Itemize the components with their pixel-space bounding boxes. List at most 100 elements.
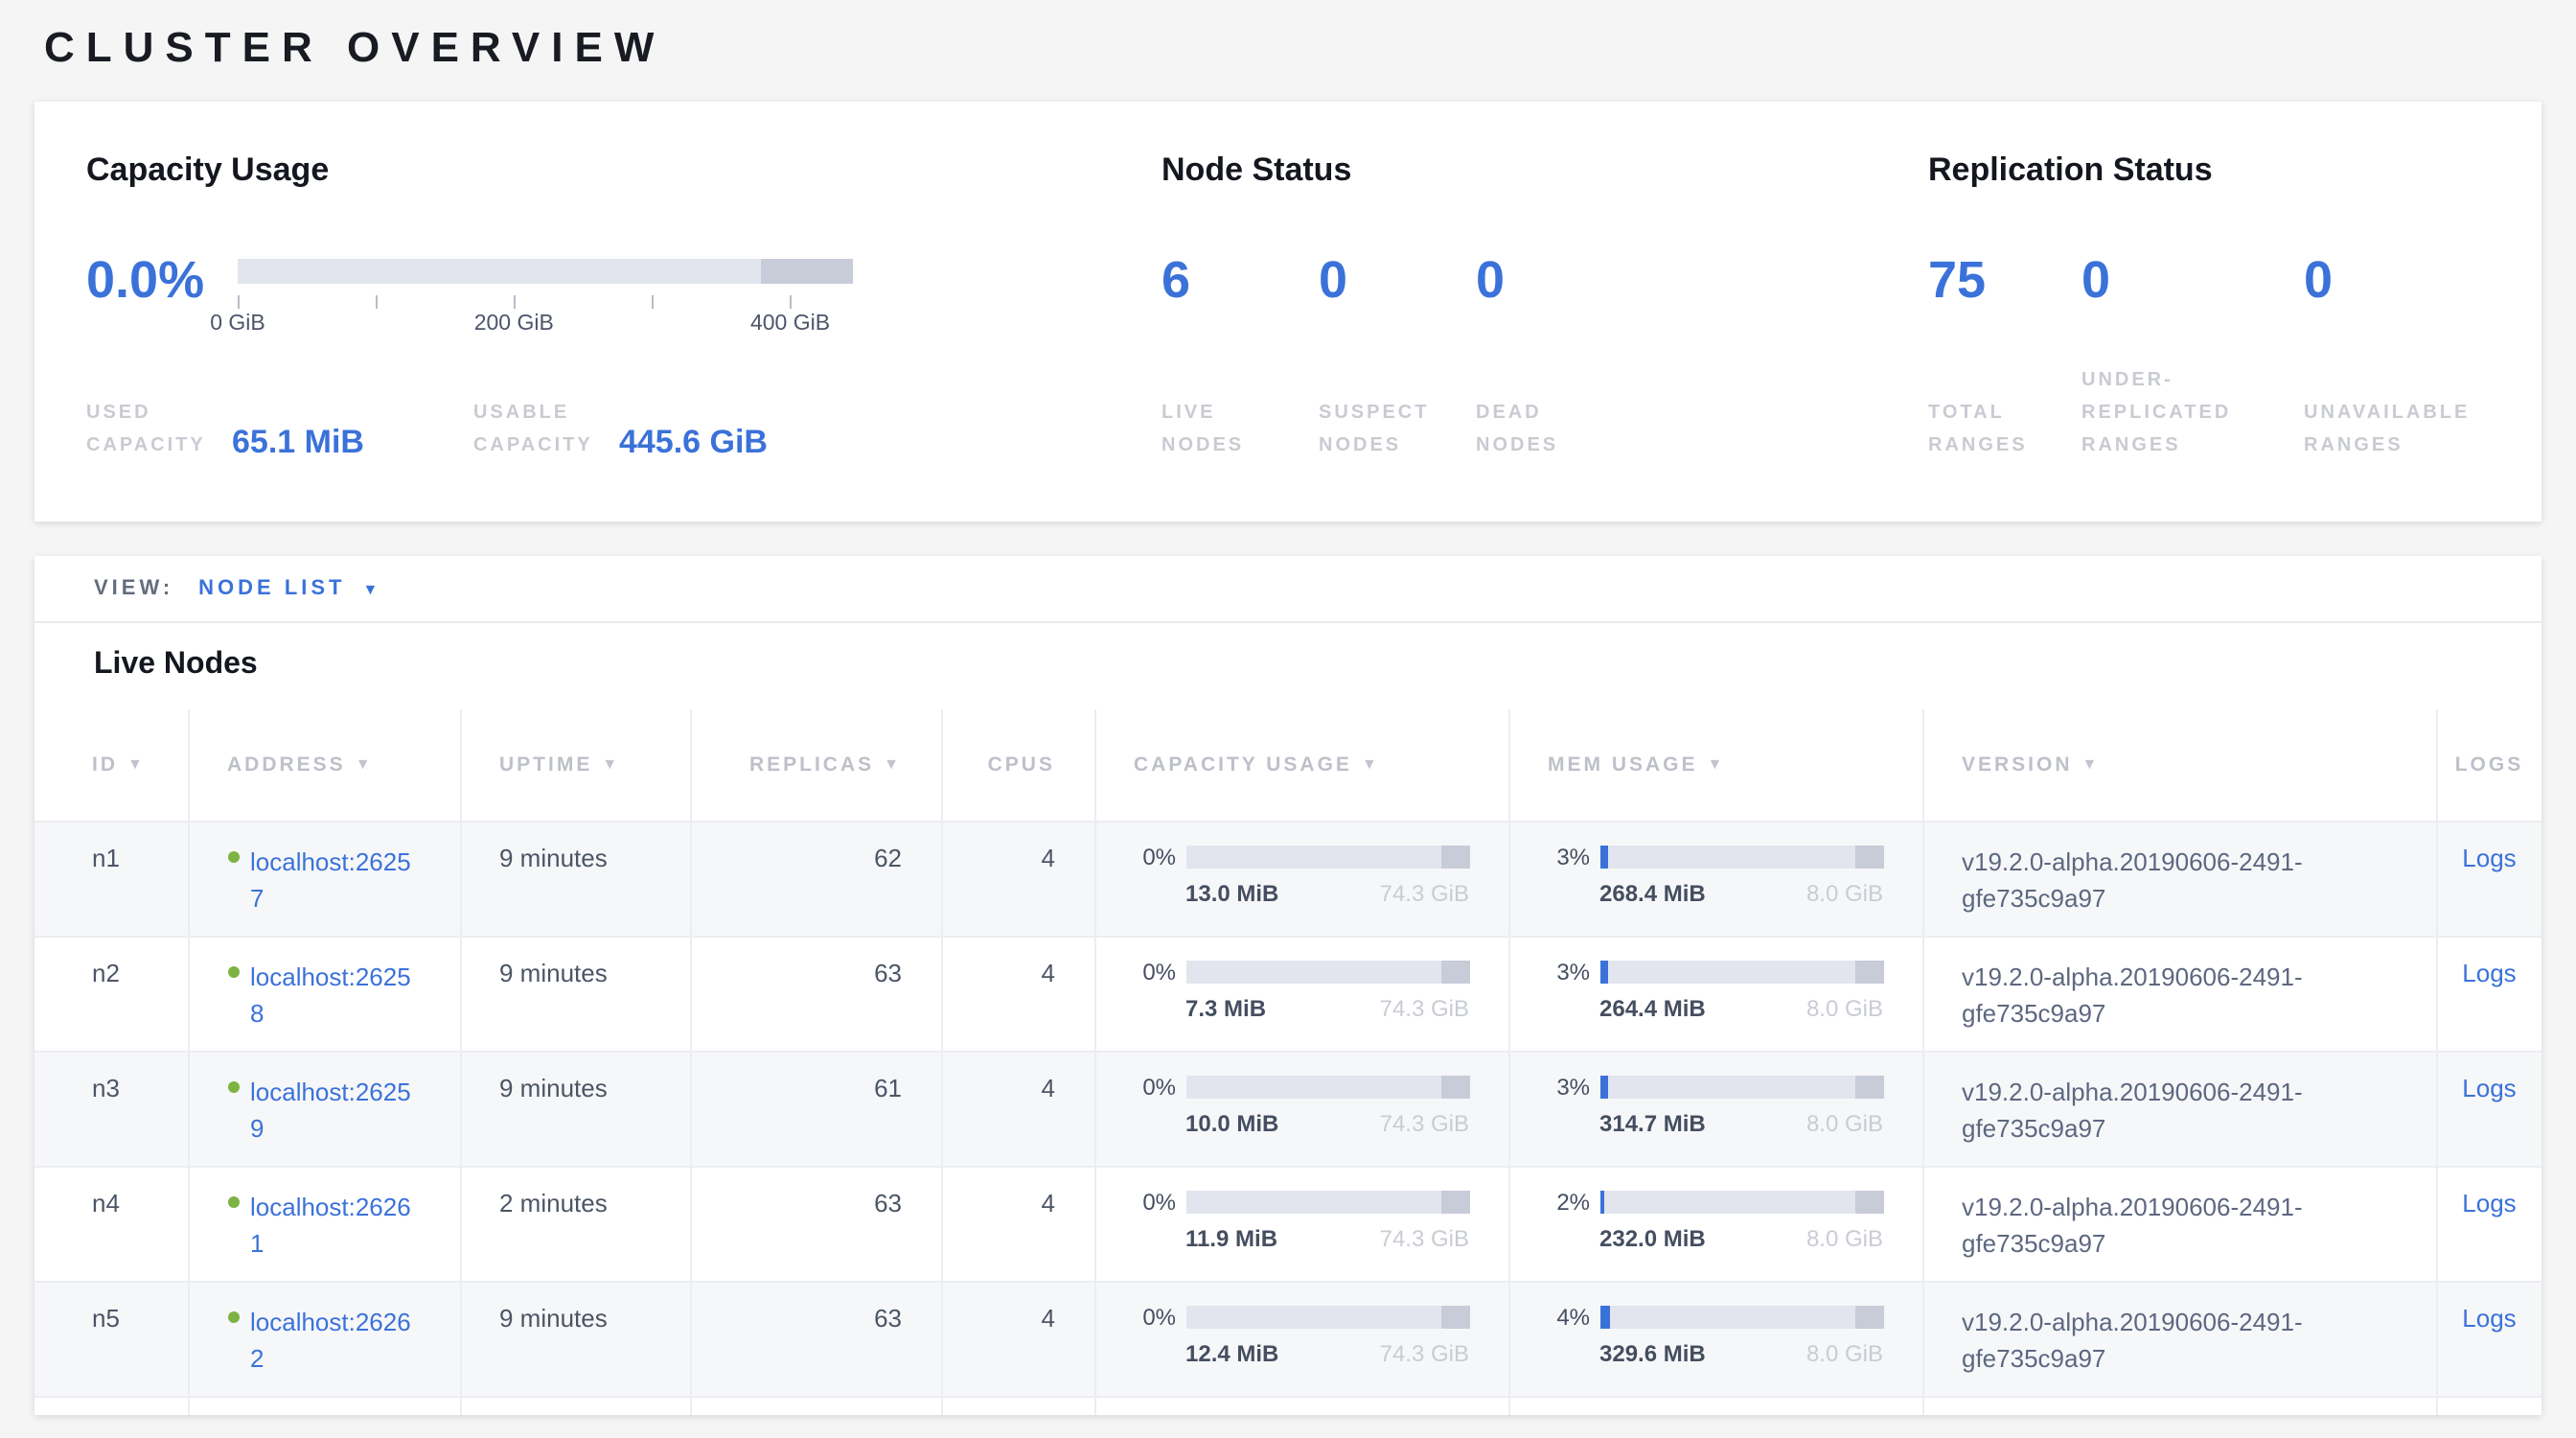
node-address-cell: localhost:26262 (188, 1281, 460, 1396)
sort-arrow-icon: ▼ (356, 755, 374, 773)
node-logs-cell: Logs (2436, 1166, 2542, 1281)
unavailable-ranges-stat: 0 UNAVAILABLE RANGES (2304, 247, 2486, 462)
capacity-reserved-segment (1440, 1305, 1469, 1328)
table-row: n3 localhost:26259 9 minutes 61 4 0% 10.… (34, 1051, 2542, 1166)
live-nodes-heading: Live Nodes (34, 623, 2542, 709)
mem-used-segment (1599, 1305, 1611, 1328)
view-selector[interactable]: NODE LIST ▼ (198, 577, 378, 600)
node-live-status-icon (227, 1195, 239, 1207)
node-address-link[interactable]: localhost:26261 (250, 1188, 415, 1263)
sort-arrow-icon: ▼ (127, 755, 146, 773)
node-replicas-cell: 63 (690, 936, 941, 1051)
mem-percent-label: 3% (1548, 1073, 1590, 1100)
node-id-cell: n1 (34, 821, 188, 936)
table-cell-empty (34, 1396, 188, 1415)
axis-tick (791, 295, 793, 309)
column-header-logs: LOGS (2436, 709, 2542, 821)
logs-link[interactable]: Logs (2462, 1303, 2516, 1332)
capacity-reserved-segment (1440, 960, 1469, 983)
capacity-usage-bar (1185, 960, 1469, 983)
node-cpus-cell: 4 (941, 1051, 1094, 1166)
node-address-link[interactable]: localhost:26259 (250, 1073, 415, 1148)
capacity-total-value: 74.3 GiB (1380, 1339, 1469, 1366)
live-nodes-table: ID▼ADDRESS▼UPTIME▼REPLICAS▼CPUSCAPACITY … (34, 709, 2542, 1415)
column-header-replicas[interactable]: REPLICAS▼ (690, 709, 941, 821)
chevron-down-icon: ▼ (363, 580, 379, 597)
column-header-capacity[interactable]: CAPACITY USAGE▼ (1094, 709, 1508, 821)
column-header-label: CPUS (988, 754, 1055, 777)
capacity-percent-value: 0.0% (86, 247, 205, 320)
column-header-label: ID (92, 754, 118, 777)
capacity-metrics: USED CAPACITY 65.1 MiB USABLE CAPACITY 4… (86, 397, 1131, 462)
column-header-id[interactable]: ID ▼ (34, 709, 188, 821)
axis-tick-label: 0 GiB (210, 313, 265, 336)
capacity-percent-label: 0% (1134, 958, 1176, 985)
node-status-stats: 6 LIVE NODES 0 SUSPECT NODES 0 DEAD NODE… (1162, 247, 1898, 462)
table-row-partial (34, 1396, 2542, 1415)
mem-total-value: 8.0 GiB (1806, 1339, 1883, 1366)
axis-tick (238, 295, 240, 309)
column-header-label: UPTIME (499, 754, 592, 777)
logs-link[interactable]: Logs (2462, 958, 2516, 986)
node-status-section: Node Status 6 LIVE NODES 0 SUSPECT NODES… (1131, 102, 1898, 522)
node-uptime-cell: 9 minutes (460, 1281, 690, 1396)
mem-total-value: 8.0 GiB (1806, 1224, 1883, 1251)
capacity-percent-label: 0% (1134, 1188, 1176, 1215)
total-ranges-label: TOTAL RANGES (1928, 397, 2043, 462)
axis-tick (652, 295, 654, 309)
node-cpus-cell: 4 (941, 936, 1094, 1051)
node-id-cell: n5 (34, 1281, 188, 1396)
node-mem-usage-cell: 2% 232.0 MiB 8.0 GiB (1508, 1166, 1922, 1281)
column-header-mem[interactable]: MEM USAGE▼ (1508, 709, 1922, 821)
node-logs-cell: Logs (2436, 936, 2542, 1051)
column-header-label: REPLICAS (749, 754, 874, 777)
mem-percent-label: 4% (1548, 1303, 1590, 1330)
view-selected-value: NODE LIST (198, 577, 345, 600)
node-address-cell: localhost:26258 (188, 936, 460, 1051)
node-cpus-cell: 4 (941, 821, 1094, 936)
axis-tick (514, 295, 516, 309)
capacity-usage-bar (1185, 1305, 1469, 1328)
column-header-label: MEM USAGE (1548, 754, 1698, 777)
usable-capacity-metric: USABLE CAPACITY 445.6 GiB (473, 397, 768, 462)
node-id-cell: n2 (34, 936, 188, 1051)
view-bar: VIEW: NODE LIST ▼ (34, 556, 2542, 623)
unavailable-ranges-label: UNAVAILABLE RANGES (2304, 397, 2486, 462)
column-header-address[interactable]: ADDRESS▼ (188, 709, 460, 821)
capacity-percent-label: 0% (1134, 1303, 1176, 1330)
node-replicas-cell: 62 (690, 821, 941, 936)
axis-tick (376, 295, 378, 309)
replication-status-title: Replication Status (1928, 151, 2542, 190)
column-header-version[interactable]: VERSION▼ (1922, 709, 2436, 821)
capacity-total-value: 74.3 GiB (1380, 994, 1469, 1021)
capacity-used-value: 7.3 MiB (1185, 994, 1266, 1021)
node-address-cell: localhost:26261 (188, 1166, 460, 1281)
node-address-link[interactable]: localhost:26262 (250, 1303, 415, 1378)
mem-used-segment (1599, 960, 1608, 983)
node-uptime-cell: 2 minutes (460, 1166, 690, 1281)
mem-used-value: 268.4 MiB (1599, 879, 1706, 906)
node-capacity-usage-cell: 0% 10.0 MiB 74.3 GiB (1094, 1051, 1508, 1166)
logs-link[interactable]: Logs (2462, 1188, 2516, 1217)
logs-link[interactable]: Logs (2462, 843, 2516, 871)
node-address-link[interactable]: localhost:26257 (250, 843, 415, 917)
node-version-cell: v19.2.0-alpha.20190606-2491-gfe735c9a97 (1922, 1281, 2436, 1396)
node-capacity-usage-cell: 0% 13.0 MiB 74.3 GiB (1094, 821, 1508, 936)
total-ranges-value: 75 (1928, 247, 2082, 313)
mem-used-value: 232.0 MiB (1599, 1224, 1706, 1251)
total-ranges-stat: 75 TOTAL RANGES (1928, 247, 2082, 462)
under-replicated-ranges-value: 0 (2082, 247, 2304, 313)
capacity-used-value: 11.9 MiB (1185, 1224, 1277, 1251)
mem-usage-bar (1599, 1305, 1883, 1328)
node-live-status-icon (227, 1080, 239, 1092)
node-capacity-usage-cell: 0% 12.4 MiB 74.3 GiB (1094, 1281, 1508, 1396)
table-cell-empty (941, 1396, 1094, 1415)
capacity-reserved-segment (1440, 1190, 1469, 1213)
node-uptime-cell: 9 minutes (460, 821, 690, 936)
node-mem-usage-cell: 4% 329.6 MiB 8.0 GiB (1508, 1281, 1922, 1396)
column-header-uptime[interactable]: UPTIME▼ (460, 709, 690, 821)
mem-usage-bar (1599, 1190, 1883, 1213)
node-address-link[interactable]: localhost:26258 (250, 958, 415, 1032)
logs-link[interactable]: Logs (2462, 1073, 2516, 1102)
dead-nodes-label: DEAD NODES (1476, 397, 1591, 462)
